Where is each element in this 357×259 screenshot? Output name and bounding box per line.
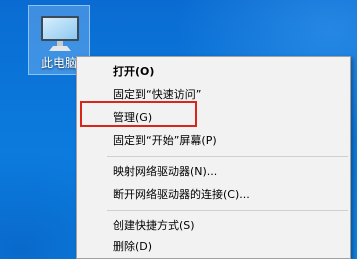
menu-item-pin-start[interactable]: 固定到“开始”屏幕(P) <box>113 130 343 152</box>
menu-item-open[interactable]: 打开(O) <box>113 61 343 83</box>
menu-separator <box>107 210 348 211</box>
context-menu: 打开(O) 固定到“快速访问” 管理(G) 固定到“开始”屏幕(P) 映射网络驱… <box>76 56 351 259</box>
computer-monitor-icon <box>41 16 79 51</box>
highlight-annotation-box <box>80 101 197 127</box>
menu-separator <box>107 156 348 157</box>
menu-item-disconnect-network-drive[interactable]: 断开网络驱动器的连接(C)... <box>113 184 343 206</box>
menu-item-delete[interactable]: 删除(D) <box>113 236 343 258</box>
menu-item-map-network-drive[interactable]: 映射网络驱动器(N)... <box>113 161 343 183</box>
menu-item-create-shortcut[interactable]: 创建快捷方式(S) <box>113 215 343 237</box>
